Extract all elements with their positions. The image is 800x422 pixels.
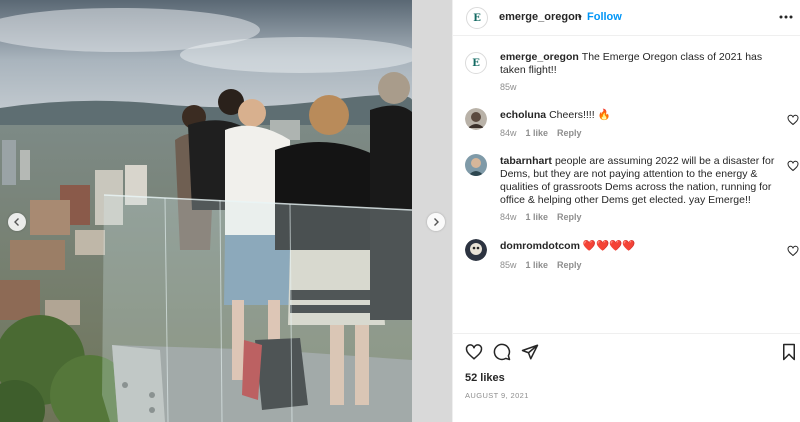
more-options-button[interactable] <box>778 9 794 25</box>
post-photo-panel <box>0 0 452 422</box>
post-header: E emerge_oregon • Follow <box>453 0 800 36</box>
comment-meta: 84w 1 like Reply <box>500 128 582 138</box>
post-date[interactable]: AUGUST 9, 2021 <box>465 391 529 400</box>
comment-username[interactable]: tabarnhart <box>500 155 552 167</box>
send-icon[interactable] <box>521 343 539 361</box>
chevron-right-icon <box>434 218 439 226</box>
comment-icon[interactable] <box>493 343 511 361</box>
comment-meta: 84w 1 like Reply <box>500 212 582 222</box>
author-username[interactable]: emerge_oregon <box>499 11 582 23</box>
comment-username[interactable]: echoluna <box>500 109 546 121</box>
comment-likes[interactable]: 1 like <box>526 260 549 270</box>
heart-icon[interactable] <box>787 114 799 126</box>
comment-text: echoluna Cheers!!!! 🔥 <box>500 109 776 122</box>
separator-dot: • <box>578 11 582 23</box>
comment-time[interactable]: 84w <box>500 128 517 138</box>
comment-body: ❤️❤️❤️❤️ <box>582 240 636 252</box>
commenter-avatar[interactable] <box>465 108 487 130</box>
avatar-letter: E <box>473 12 481 24</box>
comment-likes[interactable]: 1 like <box>526 128 549 138</box>
commenter-avatar[interactable] <box>465 154 487 176</box>
comment-text: domromdotcom ❤️❤️❤️❤️ <box>500 240 776 253</box>
carousel-next-button[interactable] <box>427 213 445 231</box>
bookmark-icon[interactable] <box>780 343 798 361</box>
likes-count[interactable]: 52 likes <box>465 372 505 384</box>
heart-icon[interactable] <box>787 245 799 257</box>
comment-meta: 85w 1 like Reply <box>500 260 582 270</box>
comment-likes[interactable]: 1 like <box>526 212 549 222</box>
avatar-letter: E <box>472 57 480 69</box>
post-action-bar: 52 likes AUGUST 9, 2021 <box>453 333 800 422</box>
comment-text: tabarnhart people are assuming 2022 will … <box>500 155 776 207</box>
post-panel: E emerge_oregon • Follow E emerge_oregon… <box>452 0 800 422</box>
caption-avatar[interactable]: E <box>465 52 487 74</box>
follow-button[interactable]: Follow <box>587 11 622 23</box>
comment-time[interactable]: 85w <box>500 260 517 270</box>
caption-username[interactable]: emerge_oregon <box>500 51 579 63</box>
caption-time[interactable]: 85w <box>500 82 517 92</box>
heart-icon[interactable] <box>465 343 483 361</box>
caption-meta: 85w <box>500 82 517 92</box>
author-avatar[interactable]: E <box>466 7 488 29</box>
comment-body: Cheers!!!! 🔥 <box>549 109 611 121</box>
comment-username[interactable]: domromdotcom <box>500 240 580 252</box>
post-photo <box>0 0 452 422</box>
carousel-prev-button[interactable] <box>8 213 26 231</box>
caption-text: emerge_oregon The Emerge Oregon class of … <box>500 51 776 77</box>
more-horizontal-icon <box>779 15 793 19</box>
comment-time[interactable]: 84w <box>500 212 517 222</box>
comments-list: E emerge_oregon The Emerge Oregon class o… <box>453 36 800 333</box>
reply-button[interactable]: Reply <box>557 128 582 138</box>
heart-icon[interactable] <box>787 160 799 172</box>
chevron-left-icon <box>14 218 19 226</box>
reply-button[interactable]: Reply <box>557 212 582 222</box>
reply-button[interactable]: Reply <box>557 260 582 270</box>
commenter-avatar[interactable] <box>465 239 487 261</box>
